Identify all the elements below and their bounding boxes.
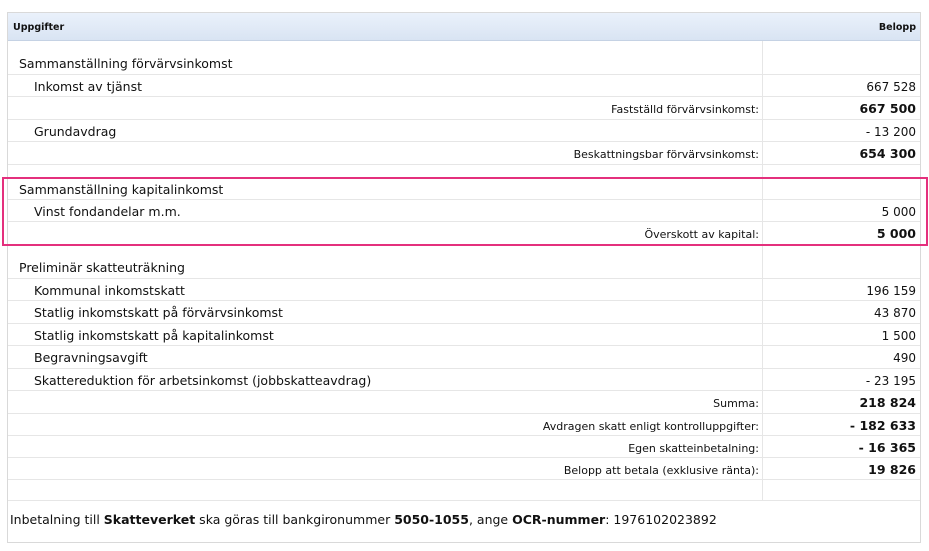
row-sublabel: Belopp att betala (exklusive ränta): <box>563 464 759 477</box>
footer-bankgiro: 5050-1055 <box>394 512 469 527</box>
row-value-bold: 667 500 <box>859 101 916 116</box>
row-value: - 13 200 <box>865 125 916 139</box>
footer-agency: Skatteverket <box>103 512 196 527</box>
table-row: Egen skatteinbetalning: - 16 365 <box>8 436 920 458</box>
row-value: 196 159 <box>866 284 916 298</box>
row-value: 667 528 <box>866 80 916 94</box>
table-row: Fastställd förvärvsinkomst: 667 500 <box>8 97 920 120</box>
row-label: Grundavdrag <box>34 124 117 139</box>
header-uppgifter: Uppgifter <box>13 22 65 33</box>
table-row: Beskattningsbar förvärvsinkomst: 654 300 <box>8 142 920 165</box>
row-sublabel: Summa: <box>713 397 759 410</box>
header-belopp: Belopp <box>878 22 916 33</box>
row-value: 43 870 <box>874 306 916 320</box>
row-label: Statlig inkomstskatt på kapitalinkomst <box>34 328 274 343</box>
table-row: Skattereduktion för arbetsinkomst (jobbs… <box>8 369 920 391</box>
row-label: Begravningsavgift <box>34 350 148 365</box>
row-label: Kommunal inkomstskatt <box>34 283 185 298</box>
row-sublabel: Egen skatteinbetalning: <box>628 442 759 455</box>
kapitalinkomst-highlight-box <box>2 177 928 246</box>
row-label: Inkomst av tjänst <box>34 79 143 94</box>
footer-ocr-label: OCR-nummer <box>512 512 606 527</box>
table-row: Statlig inkomstskatt på förvärvsinkomst … <box>8 301 920 324</box>
table-row: Statlig inkomstskatt på kapitalinkomst 1… <box>8 324 920 346</box>
footer-text: Inbetalning till <box>10 512 104 527</box>
table-row-summa: Summa: 218 824 <box>8 391 920 414</box>
row-label: Statlig inkomstskatt på förvärvsinkomst <box>34 305 283 320</box>
tax-summary-table: Uppgifter Belopp Sammanställning förvärv… <box>7 12 921 543</box>
row-value-bold: - 182 633 <box>849 418 916 433</box>
footer-ocr-number: 1976102023892 <box>613 512 717 527</box>
row-value-bold: 654 300 <box>859 146 916 161</box>
section-title: Sammanställning förvärvsinkomst <box>19 56 233 71</box>
row-sublabel: Fastställd förvärvsinkomst: <box>611 103 759 116</box>
row-label: Skattereduktion för arbetsinkomst (jobbs… <box>34 373 372 388</box>
table-header: Uppgifter Belopp <box>8 13 920 41</box>
row-value: 490 <box>893 351 916 365</box>
payment-instruction: Inbetalning till Skatteverket ska göras … <box>10 512 717 527</box>
table-row: Begravningsavgift 490 <box>8 346 920 369</box>
spacer-row <box>8 480 920 501</box>
footer-text: ska göras till bankgironummer <box>195 512 395 527</box>
section-row-forvarvsinkomst: Sammanställning förvärvsinkomst <box>8 41 920 75</box>
row-sublabel: Avdragen skatt enligt kontrolluppgifter: <box>542 420 759 433</box>
row-value-bold: 218 824 <box>859 395 916 410</box>
table-row: Kommunal inkomstskatt 196 159 <box>8 279 920 301</box>
footer-text: , ange <box>468 512 513 527</box>
row-value: - 23 195 <box>865 374 916 388</box>
table-row: Avdragen skatt enligt kontrolluppgifter:… <box>8 414 920 436</box>
row-value-bold: 19 826 <box>868 462 916 477</box>
table-row-belopp-att-betala: Belopp att betala (exklusive ränta): 19 … <box>8 458 920 480</box>
table-row: Inkomst av tjänst 667 528 <box>8 75 920 97</box>
table-row: Grundavdrag - 13 200 <box>8 120 920 142</box>
section-title: Preliminär skatteuträkning <box>19 260 185 275</box>
row-value: 1 500 <box>881 329 916 343</box>
row-value-bold: - 16 365 <box>858 440 916 455</box>
row-sublabel: Beskattningsbar förvärvsinkomst: <box>573 148 759 161</box>
section-row-skatteutrakning: Preliminär skatteuträkning <box>8 245 920 279</box>
